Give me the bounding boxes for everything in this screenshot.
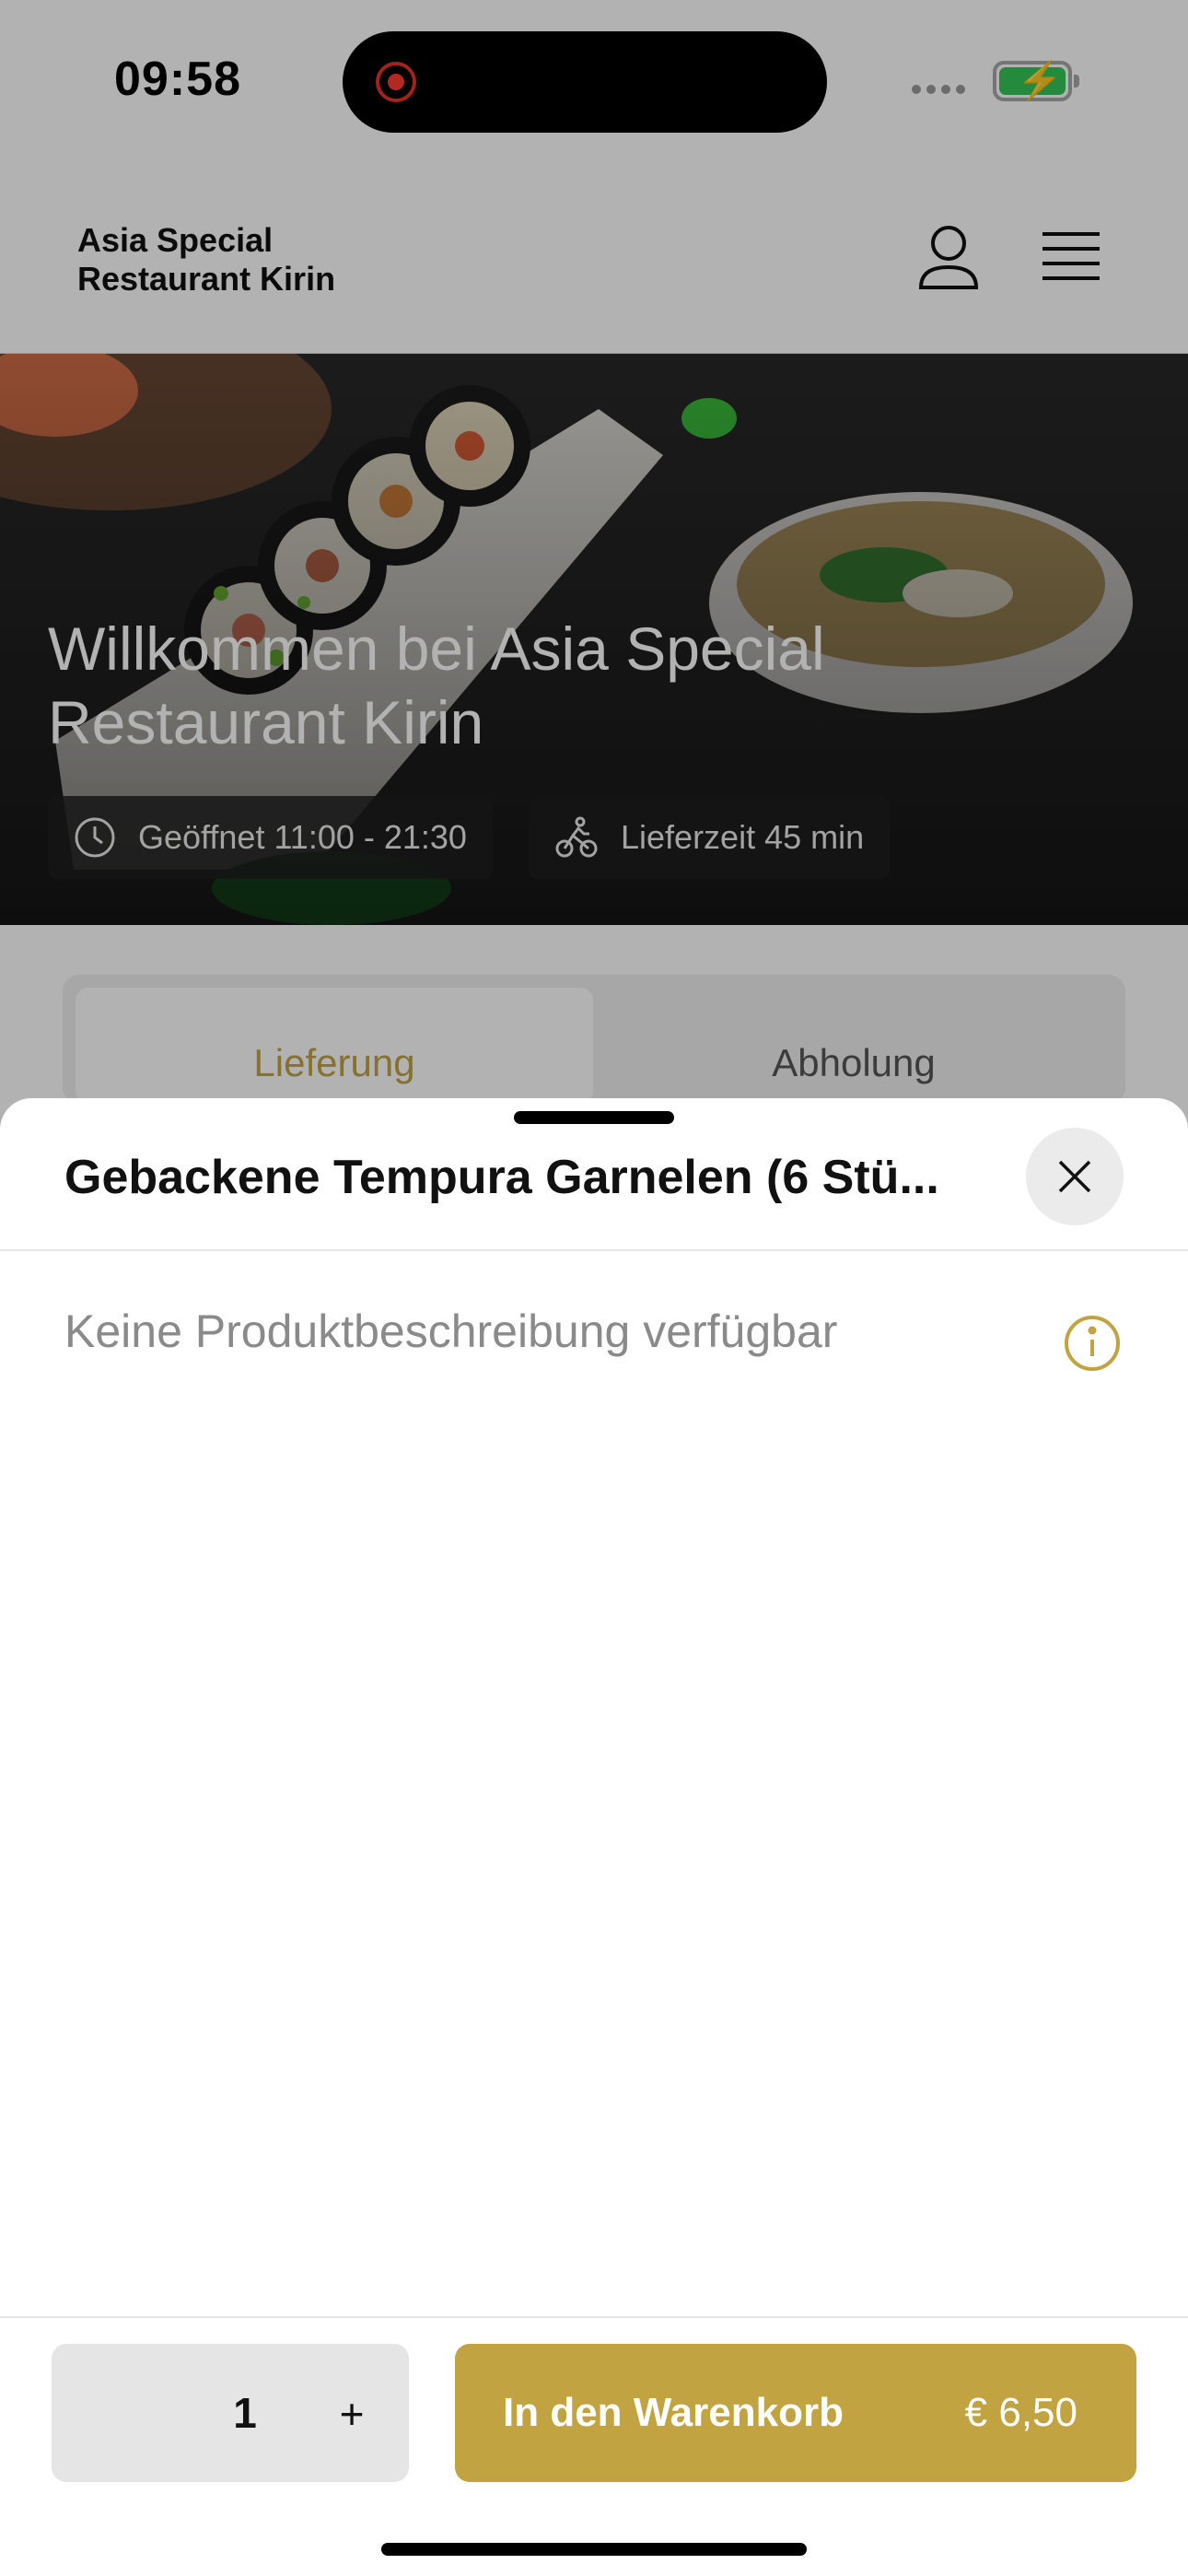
product-bottom-sheet: Gebackene Tempura Garnelen (6 Stü... Kei… [0, 1098, 1188, 2576]
close-button[interactable] [1026, 1128, 1124, 1225]
footer-divider [0, 2316, 1188, 2318]
product-price: € 6,50 [964, 2390, 1077, 2435]
product-title: Gebackene Tempura Garnelen (6 Stü... [64, 1151, 939, 1204]
add-to-cart-label: In den Warenkorb [503, 2390, 844, 2435]
sheet-grabber[interactable] [514, 1111, 674, 1124]
close-icon [1058, 1160, 1091, 1193]
quantity-stepper: 1 + [52, 2344, 409, 2482]
info-icon[interactable] [1063, 1314, 1122, 1373]
product-description: Keine Produktbeschreibung verfügbar [64, 1306, 838, 1357]
quantity-value: 1 [233, 2389, 257, 2437]
increment-button[interactable]: + [324, 2377, 379, 2451]
add-to-cart-button[interactable]: In den Warenkorb € 6,50 [455, 2344, 1136, 2482]
sheet-divider [0, 1249, 1188, 1251]
home-indicator[interactable] [381, 2543, 807, 2556]
